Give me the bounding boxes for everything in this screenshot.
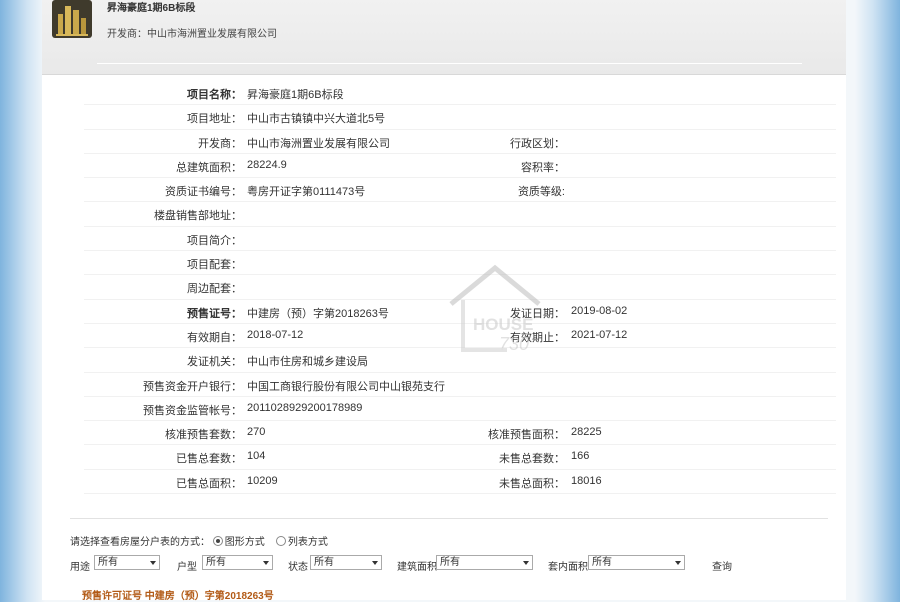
list-mode-radio[interactable]: [275, 536, 286, 546]
inner-area-filter-label: 套内面积: [548, 562, 588, 573]
approved-area-label: 核准预售面积：: [488, 429, 565, 442]
developer-subtitle: 开发商：中山市海洲置业发展有限公司: [107, 29, 277, 40]
row-sales-office: 楼盘销售部地址：: [84, 202, 836, 227]
address-value: 中山市古镇镇中兴大道北5号: [247, 113, 386, 126]
view-mode-prompt: 请选择查看房屋分户表的方式：: [70, 537, 210, 548]
inner-area-select-value: 所有: [592, 557, 612, 568]
row-bank: 预售资金开户银行： 中国工商银行股份有限公司中山银苑支行: [84, 373, 836, 397]
approved-area-value: 28225: [571, 426, 602, 439]
account-value: 2011028929200178989: [247, 401, 363, 414]
sold-units-label: 已售总套数：: [176, 453, 242, 466]
row-developer: 开发商： 中山市海洲置业发展有限公司 行政区划：: [84, 130, 836, 154]
cert-level-label: 资质等级:: [517, 186, 565, 199]
use-select-value: 所有: [98, 557, 118, 568]
issuer-value: 中山市住房和城乡建设局: [247, 356, 368, 369]
facilities-label: 项目配套：: [187, 259, 242, 272]
house-watermark-icon: HOUSE 730: [449, 264, 541, 354]
presale-no-value: 中建房（预）字第2018263号: [247, 307, 389, 320]
list-mode-label[interactable]: 列表方式: [288, 537, 328, 548]
row-account: 预售资金监管帐号： 2011028929200178989: [84, 397, 836, 422]
valid-from-value: 2018-07-12: [247, 328, 304, 341]
area-select[interactable]: 所有: [436, 555, 533, 570]
watermark-text-house: HOUSE: [473, 315, 533, 334]
graphic-mode-label[interactable]: 图形方式: [225, 537, 265, 548]
cert-no-label: 资质证书编号：: [165, 186, 242, 199]
unsold-area-value: 18016: [571, 474, 602, 487]
row-project-name: 项目名称： 昇海豪庭1期6B标段: [84, 81, 836, 106]
area-select-value: 所有: [440, 557, 460, 568]
issue-date-value: 2019-08-02: [571, 304, 628, 317]
unsold-area-label: 未售总面积：: [499, 477, 565, 490]
developer-label: 开发商：: [198, 137, 242, 150]
valid-to-value: 2021-07-12: [571, 328, 628, 341]
chevron-down-icon: [150, 561, 156, 565]
area-filter-label: 建筑面积: [397, 562, 437, 573]
total-area-value: 28224.9: [247, 158, 287, 171]
section-divider: [70, 518, 828, 519]
chevron-down-icon: [675, 561, 681, 565]
row-total-area: 总建筑面积： 28224.9 容积率：: [84, 154, 836, 179]
sold-units-value: 104: [247, 450, 266, 463]
query-button[interactable]: 查询: [712, 558, 732, 573]
project-title: 昇海豪庭1期6B标段: [107, 3, 196, 14]
chevron-down-icon: [523, 561, 529, 565]
intro-label: 项目简介：: [187, 234, 242, 247]
project-name-value: 昇海豪庭1期6B标段: [247, 89, 344, 101]
sold-area-label: 已售总面积：: [176, 477, 242, 490]
surroundings-label: 周边配套：: [187, 283, 242, 296]
header-divider: [97, 63, 802, 64]
developer-value: 中山市海洲置业发展有限公司: [247, 137, 390, 150]
sales-office-label: 楼盘销售部地址：: [154, 210, 242, 223]
status-select[interactable]: 所有: [310, 555, 382, 570]
chevron-down-icon: [372, 561, 378, 565]
account-label: 预售资金监管帐号：: [143, 404, 242, 417]
unsold-units-value: 166: [571, 450, 590, 463]
view-mode-selector: 请选择查看房屋分户表的方式： 图形方式 列表方式: [70, 533, 328, 548]
row-address: 项目地址： 中山市古镇镇中兴大道北5号: [84, 105, 836, 130]
use-select[interactable]: 所有: [94, 555, 160, 570]
type-select[interactable]: 所有: [202, 555, 273, 570]
bank-label: 预售资金开户银行：: [143, 380, 242, 393]
project-header: 昇海豪庭1期6B标段 开发商：中山市海洲置业发展有限公司: [42, 0, 846, 75]
row-approved: 核准预售套数： 270 核准预售面积： 28225: [84, 421, 836, 446]
row-cert: 资质证书编号： 粤房开证字第0111473号 资质等级:: [84, 178, 836, 203]
district-label: 行政区划：: [510, 137, 565, 150]
building-logo-icon: [52, 0, 92, 38]
row-intro: 项目简介：: [84, 227, 836, 252]
status-select-value: 所有: [314, 557, 334, 568]
row-sold-units: 已售总套数： 104 未售总套数： 166: [84, 445, 836, 470]
graphic-mode-radio[interactable]: [212, 536, 223, 546]
issuer-label: 发证机关：: [187, 356, 242, 369]
approved-units-value: 270: [247, 426, 266, 439]
total-area-label: 总建筑面积：: [176, 161, 242, 174]
presale-no-label: 预售证号：: [187, 307, 242, 320]
type-select-value: 所有: [206, 557, 226, 568]
inner-area-select[interactable]: 所有: [588, 555, 685, 570]
type-filter-label: 户型: [177, 562, 197, 573]
address-label: 项目地址：: [187, 113, 242, 126]
use-filter-label: 用途: [70, 562, 90, 573]
valid-from-label: 有效期自：: [187, 331, 242, 344]
bank-value: 中国工商银行股份有限公司中山银苑支行: [247, 380, 445, 393]
unsold-units-label: 未售总套数：: [499, 453, 565, 466]
row-sold-area: 已售总面积： 10209 未售总面积： 18016: [84, 470, 836, 495]
watermark-text-730: 730: [499, 334, 529, 354]
approved-units-label: 核准预售套数：: [165, 429, 242, 442]
cert-no-value: 粤房开证字第0111473号: [247, 186, 366, 199]
chevron-down-icon: [263, 561, 269, 565]
plot-ratio-label: 容积率：: [521, 161, 565, 174]
page: 昇海豪庭1期6B标段 开发商：中山市海洲置业发展有限公司 项目名称： 昇海豪庭1…: [42, 0, 846, 602]
sold-area-value: 10209: [247, 474, 278, 487]
project-name-label: 项目名称：: [187, 89, 242, 101]
status-filter-label: 状态: [288, 562, 308, 573]
